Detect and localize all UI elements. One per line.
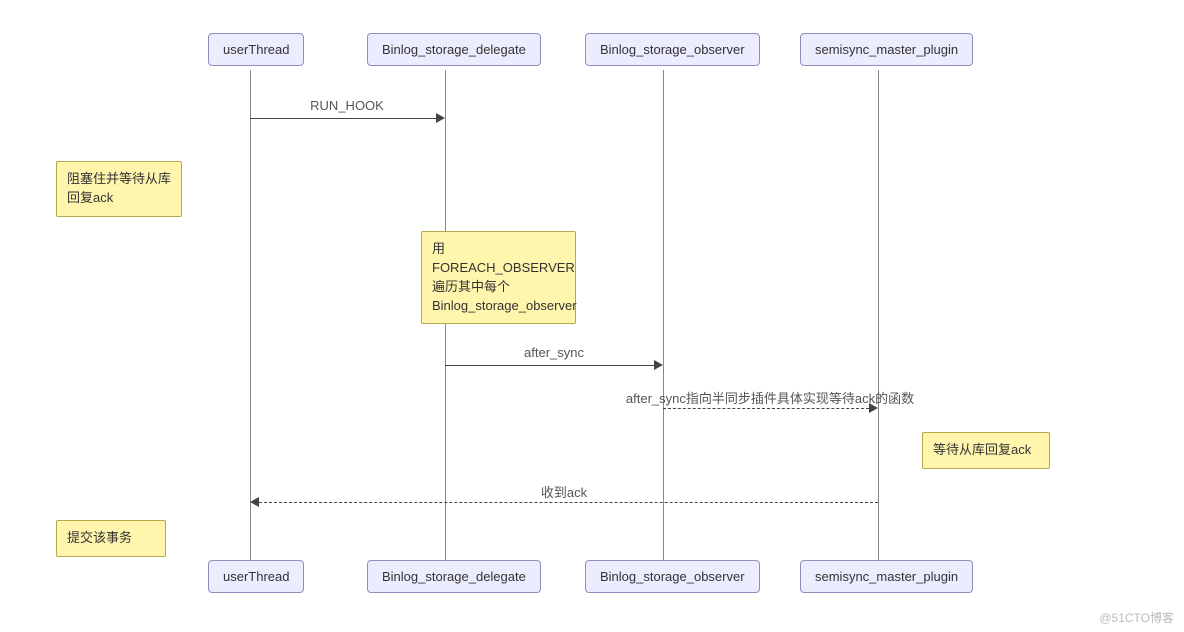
lifeline-observer (663, 70, 664, 560)
participant-delegate-bottom: Binlog_storage_delegate (367, 560, 541, 593)
participant-label: Binlog_storage_observer (600, 42, 745, 57)
participant-userthread-top: userThread (208, 33, 304, 66)
watermark: @51CTO博客 (1099, 609, 1174, 626)
arrowhead (869, 403, 878, 413)
participant-plugin-top: semisync_master_plugin (800, 33, 973, 66)
participant-delegate-top: Binlog_storage_delegate (367, 33, 541, 66)
note-text: 提交该事务 (67, 530, 132, 545)
message-ack-received (259, 502, 878, 503)
note-text: 等待从库回复ack (933, 442, 1031, 457)
note-text: 用FOREACH_OBSERVER遍历其中每个Binlog_storage_ob… (432, 241, 577, 313)
message-after-sync (445, 365, 654, 366)
message-after-sync-impl (663, 408, 869, 409)
participant-label: Binlog_storage_delegate (382, 42, 526, 57)
message-run-hook-label: RUN_HOOK (310, 98, 384, 113)
arrowhead (436, 113, 445, 123)
lifeline-plugin (878, 70, 879, 560)
participant-userthread-bottom: userThread (208, 560, 304, 593)
participant-observer-bottom: Binlog_storage_observer (585, 560, 760, 593)
note-text: 阻塞住并等待从库回复ack (67, 171, 171, 205)
participant-label: semisync_master_plugin (815, 569, 958, 584)
participant-label: userThread (223, 569, 289, 584)
participant-label: Binlog_storage_observer (600, 569, 745, 584)
note-foreach-observer: 用FOREACH_OBSERVER遍历其中每个Binlog_storage_ob… (421, 231, 576, 324)
note-wait-slave-ack: 等待从库回复ack (922, 432, 1050, 469)
message-after-sync-label: after_sync (524, 345, 584, 360)
lifeline-userthread (250, 70, 251, 560)
note-block-wait-ack: 阻塞住并等待从库回复ack (56, 161, 182, 217)
arrowhead (250, 497, 259, 507)
message-run-hook (250, 118, 436, 119)
participant-plugin-bottom: semisync_master_plugin (800, 560, 973, 593)
participant-label: userThread (223, 42, 289, 57)
participant-label: Binlog_storage_delegate (382, 569, 526, 584)
arrowhead (654, 360, 663, 370)
note-commit-tx: 提交该事务 (56, 520, 166, 557)
participant-label: semisync_master_plugin (815, 42, 958, 57)
participant-observer-top: Binlog_storage_observer (585, 33, 760, 66)
message-ack-received-label: 收到ack (541, 482, 587, 501)
